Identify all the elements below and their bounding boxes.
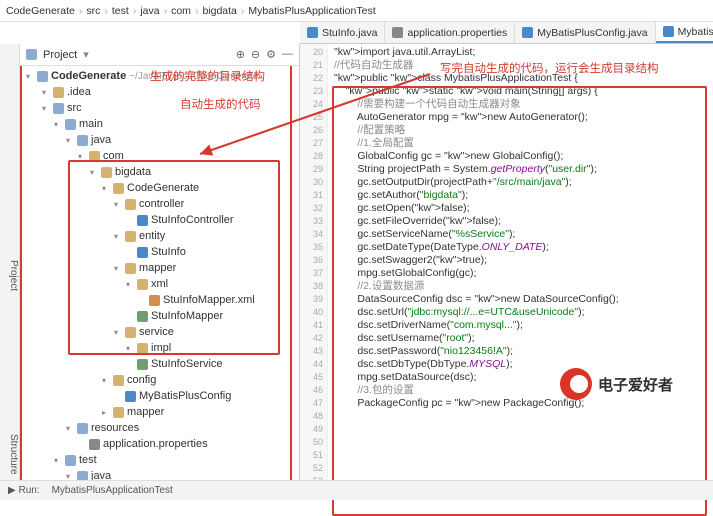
node-icon	[125, 199, 136, 210]
bottom-tool-rail: ▶ Run: MybatisPlusApplicationTest	[0, 480, 713, 500]
panel-title: Project	[43, 49, 77, 61]
tree-node[interactable]: ▾resources	[22, 420, 299, 436]
file-type-icon	[663, 26, 674, 37]
gear-icon[interactable]: ⚙	[266, 48, 276, 61]
node-icon	[53, 103, 64, 114]
tree-node[interactable]: StuInfoController	[22, 212, 299, 228]
line-gutter: 2021222324252627282930313233343536373839…	[300, 44, 328, 500]
node-icon	[137, 215, 148, 226]
node-icon	[125, 391, 136, 402]
project-panel: Project ▾ ⊕ ⊖ ⚙ — 生成的完整的目录结构 自动生成的代码 ▾Co…	[20, 44, 300, 500]
project-tree[interactable]: 生成的完整的目录结构 自动生成的代码 ▾CodeGenerate ~/JavaP…	[20, 66, 299, 500]
tree-node[interactable]: StuInfoMapper.xml	[22, 292, 299, 308]
node-icon	[101, 167, 112, 178]
tree-node[interactable]: ▾xml	[22, 276, 299, 292]
node-icon	[53, 87, 64, 98]
node-icon	[137, 311, 148, 322]
node-icon	[77, 423, 88, 434]
breadcrumb: CodeGenerate›src›test›java›com›bigdata›M…	[0, 0, 713, 22]
tree-node[interactable]: ▾com	[22, 148, 299, 164]
expand-icon[interactable]: ⊕	[236, 48, 245, 61]
panel-header: Project ▾ ⊕ ⊖ ⚙ —	[20, 44, 299, 66]
breadcrumb-segment[interactable]: src	[86, 5, 100, 17]
breadcrumb-segment[interactable]: com	[171, 5, 191, 17]
breadcrumb-segment[interactable]: test	[112, 5, 129, 17]
tree-node[interactable]: StuInfoMapper	[22, 308, 299, 324]
editor-tabs: StuInfo.javaapplication.propertiesMyBati…	[300, 22, 713, 44]
editor-tab[interactable]: application.properties	[385, 22, 515, 43]
run-config-label[interactable]: MybatisPlusApplicationTest	[52, 485, 173, 496]
code-area[interactable]: "kw">import java.util.ArrayList;//代码自动生成…	[328, 44, 713, 500]
node-icon	[89, 151, 100, 162]
node-icon	[65, 455, 76, 466]
node-icon	[113, 375, 124, 386]
node-icon	[125, 263, 136, 274]
hide-icon[interactable]: —	[282, 48, 293, 61]
file-type-icon	[392, 27, 403, 38]
node-icon	[125, 327, 136, 338]
file-type-icon	[522, 27, 533, 38]
breadcrumb-segment[interactable]: CodeGenerate	[6, 5, 75, 17]
editor[interactable]: 2021222324252627282930313233343536373839…	[300, 44, 713, 500]
tree-node[interactable]: ▾service	[22, 324, 299, 340]
breadcrumb-segment[interactable]: java	[140, 5, 159, 17]
annotation-editor: 写完自动生成的代码，运行会生成目录结构	[440, 60, 659, 76]
node-icon	[125, 231, 136, 242]
editor-tab[interactable]: MybatisPlusApplicationTest.java	[656, 22, 713, 43]
node-icon	[137, 343, 148, 354]
run-tab[interactable]: ▶ Run:	[8, 485, 40, 496]
editor-tab[interactable]: MyBatisPlusConfig.java	[515, 22, 655, 43]
node-icon	[65, 119, 76, 130]
tree-node[interactable]: ▾impl	[22, 340, 299, 356]
tool-rail-structure[interactable]: Structure	[0, 420, 20, 480]
tree-node[interactable]: application.properties	[22, 436, 299, 452]
collapse-icon[interactable]: ⊖	[251, 48, 260, 61]
tree-node[interactable]: ▾CodeGenerate	[22, 180, 299, 196]
tree-node[interactable]: ▾config	[22, 372, 299, 388]
tree-node[interactable]: ▾test	[22, 452, 299, 468]
node-icon	[137, 247, 148, 258]
node-icon	[113, 407, 124, 418]
breadcrumb-segment[interactable]: MybatisPlusApplicationTest	[248, 5, 375, 17]
tree-node[interactable]: ▾entity	[22, 228, 299, 244]
node-icon	[77, 135, 88, 146]
tree-node[interactable]: ▾bigdata	[22, 164, 299, 180]
node-icon	[137, 279, 148, 290]
tree-node[interactable]: ▸mapper	[22, 404, 299, 420]
tree-node[interactable]: ▾main	[22, 116, 299, 132]
editor-tab[interactable]: StuInfo.java	[300, 22, 385, 43]
annotation-tree-structure: 生成的完整的目录结构	[150, 68, 265, 84]
breadcrumb-segment[interactable]: bigdata	[202, 5, 236, 17]
annotation-generated-code: 自动生成的代码	[180, 96, 261, 112]
node-icon	[149, 295, 160, 306]
node-icon	[137, 359, 148, 370]
file-type-icon	[307, 27, 318, 38]
tree-node[interactable]: ▾mapper	[22, 260, 299, 276]
node-icon	[113, 183, 124, 194]
tree-node[interactable]: MyBatisPlusConfig	[22, 388, 299, 404]
node-icon	[89, 439, 100, 450]
tool-window-icon	[26, 49, 37, 60]
tree-node[interactable]: ▾controller	[22, 196, 299, 212]
tree-node[interactable]: ▾java	[22, 132, 299, 148]
tree-node[interactable]: StuInfoService	[22, 356, 299, 372]
tree-node[interactable]: StuInfo	[22, 244, 299, 260]
